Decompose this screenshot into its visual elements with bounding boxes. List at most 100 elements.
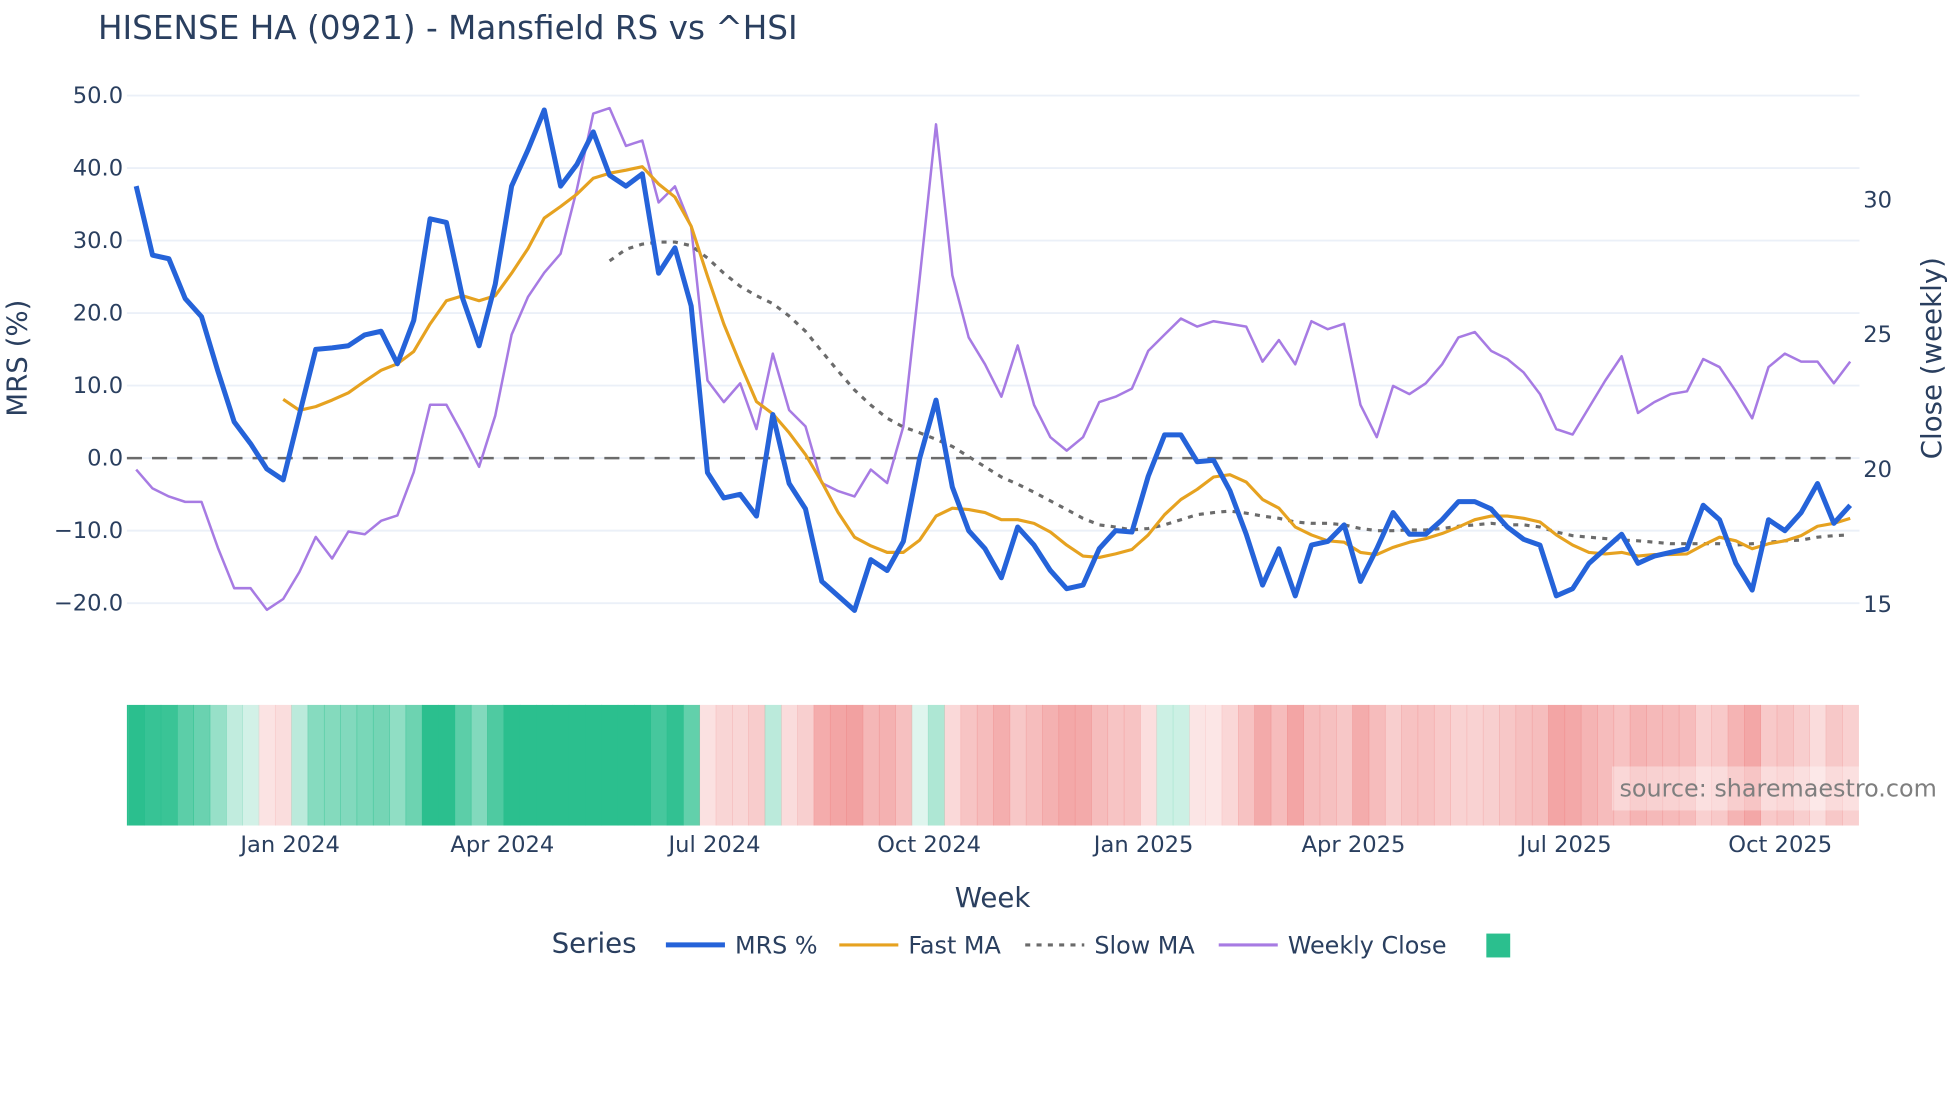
heatmap-cell: [438, 704, 456, 826]
y-tick-label: 50.0: [73, 83, 123, 109]
heatmap-cell: [1580, 704, 1598, 826]
heatmap-cell: [209, 704, 227, 826]
y-axis-ticks: 50.0 40.0 30.0 20.0 10.0 0.0 −10.0 −20.0: [54, 83, 123, 617]
heatmap-cell: [780, 704, 798, 826]
heatmap-cell: [1352, 704, 1370, 826]
heatmap-cell: [683, 704, 701, 826]
heatmap-cell: [340, 704, 358, 826]
heatmap-cell: [829, 704, 847, 826]
heatmap-cell: [1270, 704, 1288, 826]
heatmap-cell: [1058, 704, 1076, 826]
heatmap-cell: [797, 704, 815, 826]
heatmap-cell: [715, 704, 733, 826]
heatmap-cell: [1140, 704, 1158, 826]
heatmap-cell: [144, 704, 162, 826]
series-lines: [133, 106, 1853, 613]
heatmap-cell: [1499, 704, 1517, 826]
heatmap-cell: [258, 704, 276, 826]
heatmap-cell: [1123, 704, 1141, 826]
heatmap-cell: [617, 704, 635, 826]
heatmap-cell: [389, 704, 407, 826]
heatmap-cell: [666, 704, 684, 826]
x-tick-label: Oct 2024: [877, 832, 981, 858]
heatmap-cell: [226, 704, 243, 826]
heatmap-cell: [307, 704, 325, 826]
gridlines: [126, 94, 1860, 605]
series-line-fast-ma: [282, 165, 1851, 559]
heatmap-cell: [1238, 704, 1255, 826]
heatmap-cell: [177, 704, 194, 826]
heatmap-cell: [126, 704, 129, 826]
heatmap-cell: [764, 704, 782, 826]
heatmap-cell: [1433, 704, 1451, 826]
x-tick-label: Apr 2025: [1302, 832, 1406, 858]
series-line-slow-ma: [608, 240, 1851, 547]
heatmap-cell: [1074, 704, 1092, 826]
heatmap-cell: [1548, 704, 1566, 826]
heatmap-cell: [1417, 704, 1435, 826]
heatmap-cell: [242, 704, 260, 826]
heatmap-cell: [1482, 704, 1500, 826]
heatmap-cell: [846, 704, 864, 826]
heatmap-cell: [1025, 704, 1043, 826]
heatmap-cell: [1515, 704, 1533, 826]
y-tick-label: −10.0: [54, 518, 123, 544]
heatmap-cell: [1597, 704, 1615, 826]
heatmap-cell: [1335, 704, 1353, 826]
x-tick-label: Jul 2025: [1518, 832, 1612, 858]
x-axis-title: Week: [955, 881, 1031, 914]
heatmap-cell: [862, 704, 880, 826]
heatmap-cell: [1042, 704, 1060, 826]
legend-heatmap-swatch[interactable]: [1486, 933, 1511, 958]
y-axis-title: MRS (%): [0, 300, 33, 417]
heatmap-cell: [454, 704, 472, 826]
heatmap-cell: [1450, 704, 1468, 826]
heatmap-cell: [1091, 704, 1109, 826]
heatmap-cell: [993, 704, 1011, 826]
y2-tick-label: 15: [1863, 592, 1892, 618]
legend-item-label[interactable]: MRS %: [735, 932, 818, 960]
y2-axis-ticks: 30 25 20 15: [1863, 187, 1892, 618]
heatmap-cell: [1303, 704, 1321, 826]
heatmap-cell: [1205, 704, 1223, 826]
heatmap-cell: [1531, 704, 1549, 826]
heatmap-cell: [552, 704, 570, 826]
heatmap-cell: [1107, 704, 1125, 826]
heatmap-cell: [1319, 704, 1337, 826]
heatmap-cell: [927, 704, 945, 826]
legend-title: Series: [552, 926, 637, 959]
heatmap-cell: [503, 704, 521, 826]
heatmap-cell: [1189, 704, 1207, 826]
heatmap-cell: [487, 704, 505, 826]
y2-tick-label: 20: [1863, 457, 1892, 483]
legend-item-label[interactable]: Fast MA: [908, 932, 1001, 960]
x-tick-label: Jul 2024: [667, 832, 761, 858]
heatmap-cell: [601, 704, 619, 826]
x-axis-ticks: Jan 2024 Apr 2024 Jul 2024 Oct 2024 Jan 2025…: [238, 832, 1832, 858]
heatmap-cell: [1221, 704, 1239, 826]
legend-item-label[interactable]: Weekly Close: [1288, 932, 1447, 960]
y2-axis-title: Close (weekly): [1915, 257, 1948, 459]
heatmap-cell: [1564, 704, 1582, 826]
heatmap-cell: [470, 704, 488, 826]
legend-item-label[interactable]: Slow MA: [1094, 932, 1195, 960]
heatmap-cell: [585, 704, 603, 826]
heatmap-cell: [193, 704, 211, 826]
y-tick-label: 30.0: [73, 228, 123, 254]
heatmap-cell: [1401, 704, 1419, 826]
mrs-heatmap-strip: [126, 704, 1859, 826]
y-tick-label: 10.0: [73, 373, 123, 399]
heatmap-cell: [519, 704, 537, 826]
heatmap-cell: [356, 704, 374, 826]
y-tick-label: 20.0: [73, 301, 123, 327]
heatmap-cell: [960, 704, 978, 826]
heatmap-cell: [323, 704, 341, 826]
heatmap-cell: [878, 704, 896, 826]
x-tick-label: Apr 2024: [450, 832, 554, 858]
heatmap-cell: [976, 704, 994, 826]
mansfield-rs-chart: HISENSE HA (0921) - Mansfield RS vs ^HSI…: [0, 9, 1948, 960]
heatmap-cell: [274, 704, 292, 826]
heatmap-cell: [291, 704, 309, 826]
heatmap-cell: [748, 704, 766, 826]
x-tick-label: Oct 2025: [1728, 832, 1832, 858]
